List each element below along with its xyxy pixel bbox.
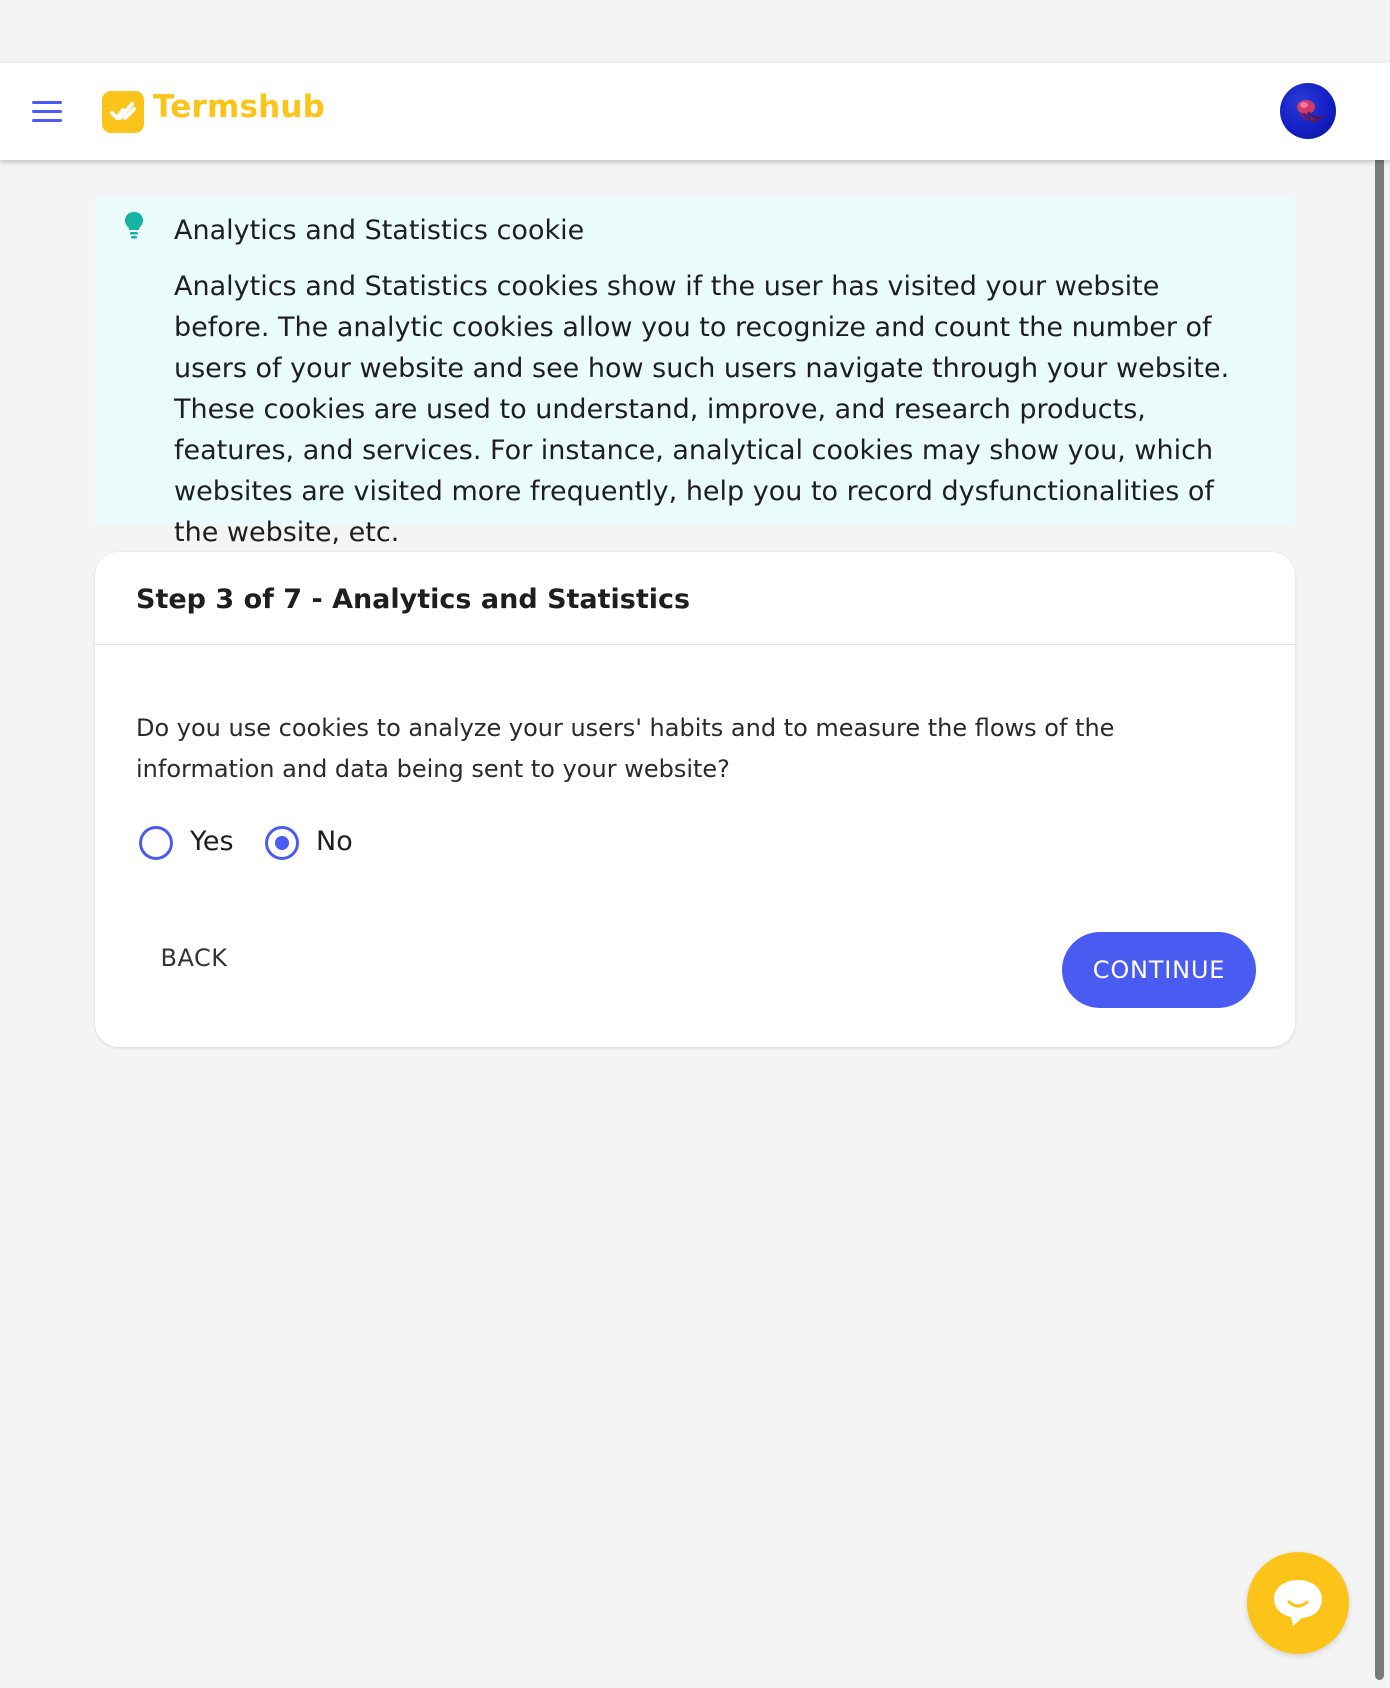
lightbulb-icon	[123, 211, 145, 239]
brand-name[interactable]: Termshub	[153, 89, 325, 125]
hamburger-menu-icon[interactable]	[28, 93, 68, 129]
radio-yes-label: Yes	[190, 826, 234, 857]
app-header: Termshub	[0, 63, 1390, 160]
user-avatar[interactable]	[1280, 83, 1336, 139]
continue-button[interactable]: CONTINUE	[1062, 932, 1256, 1008]
tip-title: Analytics and Statistics cookie	[174, 215, 585, 246]
checkmark-logo-icon	[102, 91, 144, 133]
info-tip: Analytics and Statistics cookie Analytic…	[95, 197, 1295, 548]
radio-option-yes[interactable]: Yes	[139, 824, 239, 864]
chat-bubble-icon	[1274, 1580, 1322, 1626]
tip-body: Analytics and Statistics cookies show if…	[174, 271, 1230, 548]
radio-no-label: No	[316, 826, 353, 857]
back-button[interactable]: BACK	[139, 930, 249, 986]
step-title: Step 3 of 7 - Analytics and Statistics	[136, 584, 691, 615]
step-question: Do you use cookies to analyze your users…	[136, 714, 1115, 783]
browser-top-strip	[0, 0, 1390, 63]
chat-button[interactable]	[1247, 1552, 1349, 1654]
scrollbar-thumb[interactable]	[1375, 132, 1384, 1680]
step-card: Step 3 of 7 - Analytics and Statistics D…	[95, 552, 1295, 1047]
radio-option-no[interactable]: No	[265, 824, 365, 864]
radio-yes-circle[interactable]	[139, 826, 173, 860]
radio-no-circle[interactable]	[265, 826, 299, 860]
step-card-header: Step 3 of 7 - Analytics and Statistics	[95, 552, 1295, 645]
